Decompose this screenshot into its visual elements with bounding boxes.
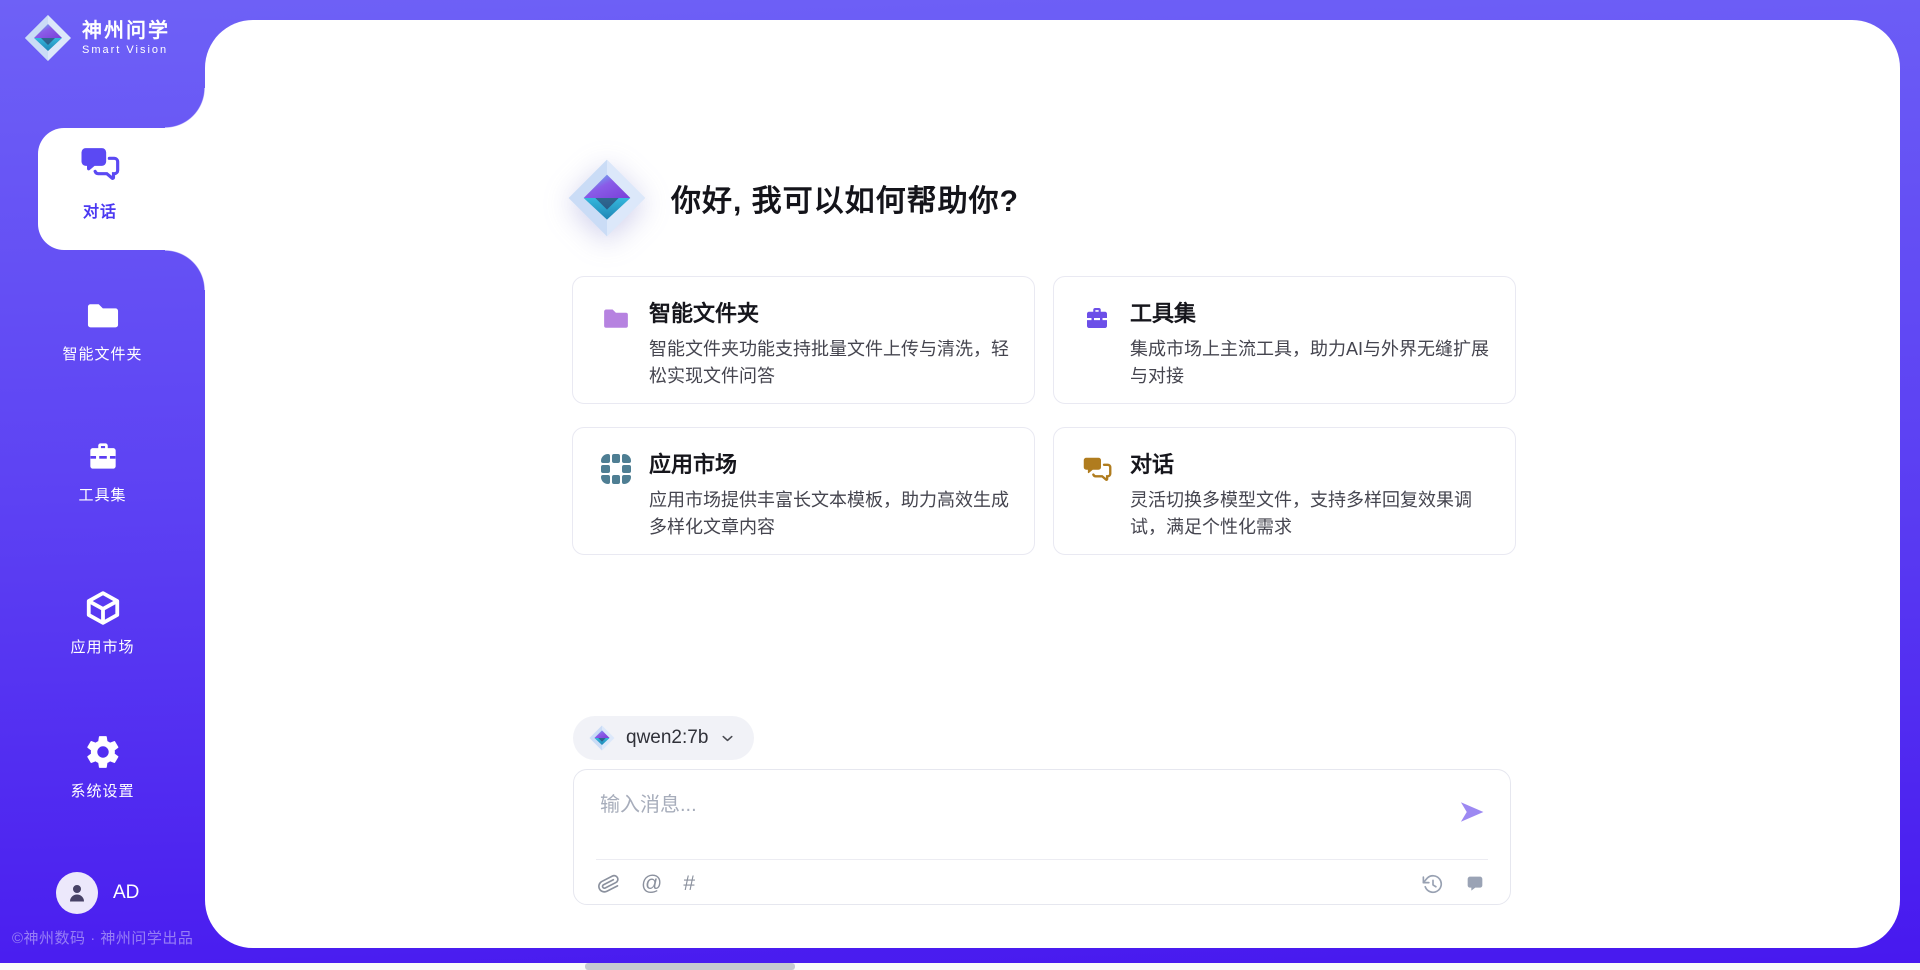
sidebar-item-label: 智能文件夹 xyxy=(0,343,205,364)
model-name: qwen2:7b xyxy=(626,727,708,749)
chat-bubbles-icon xyxy=(1082,454,1112,484)
main-content-panel: 你好, 我可以如何帮助你? 智能文件夹 智能文件夹功能支持批量文件上传与清洗，轻… xyxy=(205,20,1900,948)
user-name: AD xyxy=(113,882,139,904)
horizontal-scrollbar xyxy=(0,963,1920,970)
card-toolset[interactable]: 工具集 集成市场上主流工具，助力AI与外界无缝扩展与对接 xyxy=(1053,276,1516,404)
composer-left-tools: @ # xyxy=(598,873,695,895)
brand-logo: 神州问学 Smart Vision xyxy=(24,14,170,62)
model-selector[interactable]: qwen2:7b xyxy=(573,716,754,760)
card-desc: 灵活切换多模型文件，支持多样回复效果调试，满足个性化需求 xyxy=(1130,487,1493,541)
sidebar-item-label: 工具集 xyxy=(0,484,205,505)
card-chat[interactable]: 对话 灵活切换多模型文件，支持多样回复效果调试，满足个性化需求 xyxy=(1053,427,1516,555)
toolbox-icon xyxy=(84,437,122,475)
person-icon xyxy=(65,881,89,905)
card-app-market[interactable]: 应用市场 应用市场提供丰富长文本模板，助力高效生成多样化文章内容 xyxy=(572,427,1035,555)
diamond-logo-icon xyxy=(589,725,615,751)
card-title: 工具集 xyxy=(1130,301,1493,327)
composer-divider xyxy=(596,859,1488,860)
brand-name: 神州问学 xyxy=(82,20,170,42)
copyright-text: ©神州数码 · 神州问学出品 xyxy=(12,927,193,948)
diamond-logo-icon xyxy=(24,14,72,62)
feedback-bubble-icon[interactable] xyxy=(1464,873,1486,895)
sidebar-item-settings[interactable]: 系统设置 xyxy=(0,733,205,801)
hash-icon[interactable]: # xyxy=(683,873,695,895)
sidebar-item-smart-folder[interactable]: 智能文件夹 xyxy=(0,296,205,364)
user-account[interactable]: AD xyxy=(56,872,139,914)
folder-icon xyxy=(601,303,631,333)
card-title: 对话 xyxy=(1130,452,1493,478)
greeting-block: 你好, 我可以如何帮助你? xyxy=(567,158,1019,238)
feature-cards: 智能文件夹 智能文件夹功能支持批量文件上传与清洗，轻松实现文件问答 工具集 集成… xyxy=(572,276,1518,555)
sidebar-item-label: 对话 xyxy=(38,198,162,222)
brand-subtitle: Smart Vision xyxy=(82,44,170,56)
send-icon[interactable] xyxy=(1458,798,1486,826)
sidebar-item-chat[interactable]: 对话 xyxy=(38,128,205,250)
sidebar: 神州问学 Smart Vision 对话 智能文件夹 工具集 应用市场 系统设置… xyxy=(0,0,205,970)
message-composer: @ # xyxy=(573,769,1511,905)
sidebar-item-toolset[interactable]: 工具集 xyxy=(0,437,205,505)
sidebar-item-app-market[interactable]: 应用市场 xyxy=(0,589,205,657)
at-icon[interactable]: @ xyxy=(641,873,662,895)
card-desc: 应用市场提供丰富长文本模板，助力高效生成多样化文章内容 xyxy=(649,487,1012,541)
history-icon[interactable] xyxy=(1422,873,1444,895)
greeting-text: 你好, 我可以如何帮助你? xyxy=(671,176,1019,220)
card-title: 应用市场 xyxy=(649,452,1012,478)
folder-icon xyxy=(84,296,122,334)
gear-icon xyxy=(84,733,122,771)
card-desc: 集成市场上主流工具，助力AI与外界无缝扩展与对接 xyxy=(1130,336,1493,390)
composer-right-tools xyxy=(1422,873,1486,895)
sidebar-item-label: 应用市场 xyxy=(0,636,205,657)
paperclip-icon[interactable] xyxy=(595,870,623,898)
card-smart-folder[interactable]: 智能文件夹 智能文件夹功能支持批量文件上传与清洗，轻松实现文件问答 xyxy=(572,276,1035,404)
cube-icon xyxy=(84,589,122,627)
message-input[interactable] xyxy=(598,786,1442,852)
card-desc: 智能文件夹功能支持批量文件上传与清洗，轻松实现文件问答 xyxy=(649,336,1012,390)
chevron-down-icon xyxy=(719,730,736,747)
chat-bubbles-icon xyxy=(80,144,120,184)
scrollbar-thumb[interactable] xyxy=(585,963,795,970)
toolbox-icon xyxy=(1082,303,1112,333)
grid-icon xyxy=(601,454,631,484)
diamond-logo-icon xyxy=(567,158,647,238)
card-title: 智能文件夹 xyxy=(649,301,1012,327)
avatar xyxy=(56,872,98,914)
sidebar-item-label: 系统设置 xyxy=(0,780,205,801)
